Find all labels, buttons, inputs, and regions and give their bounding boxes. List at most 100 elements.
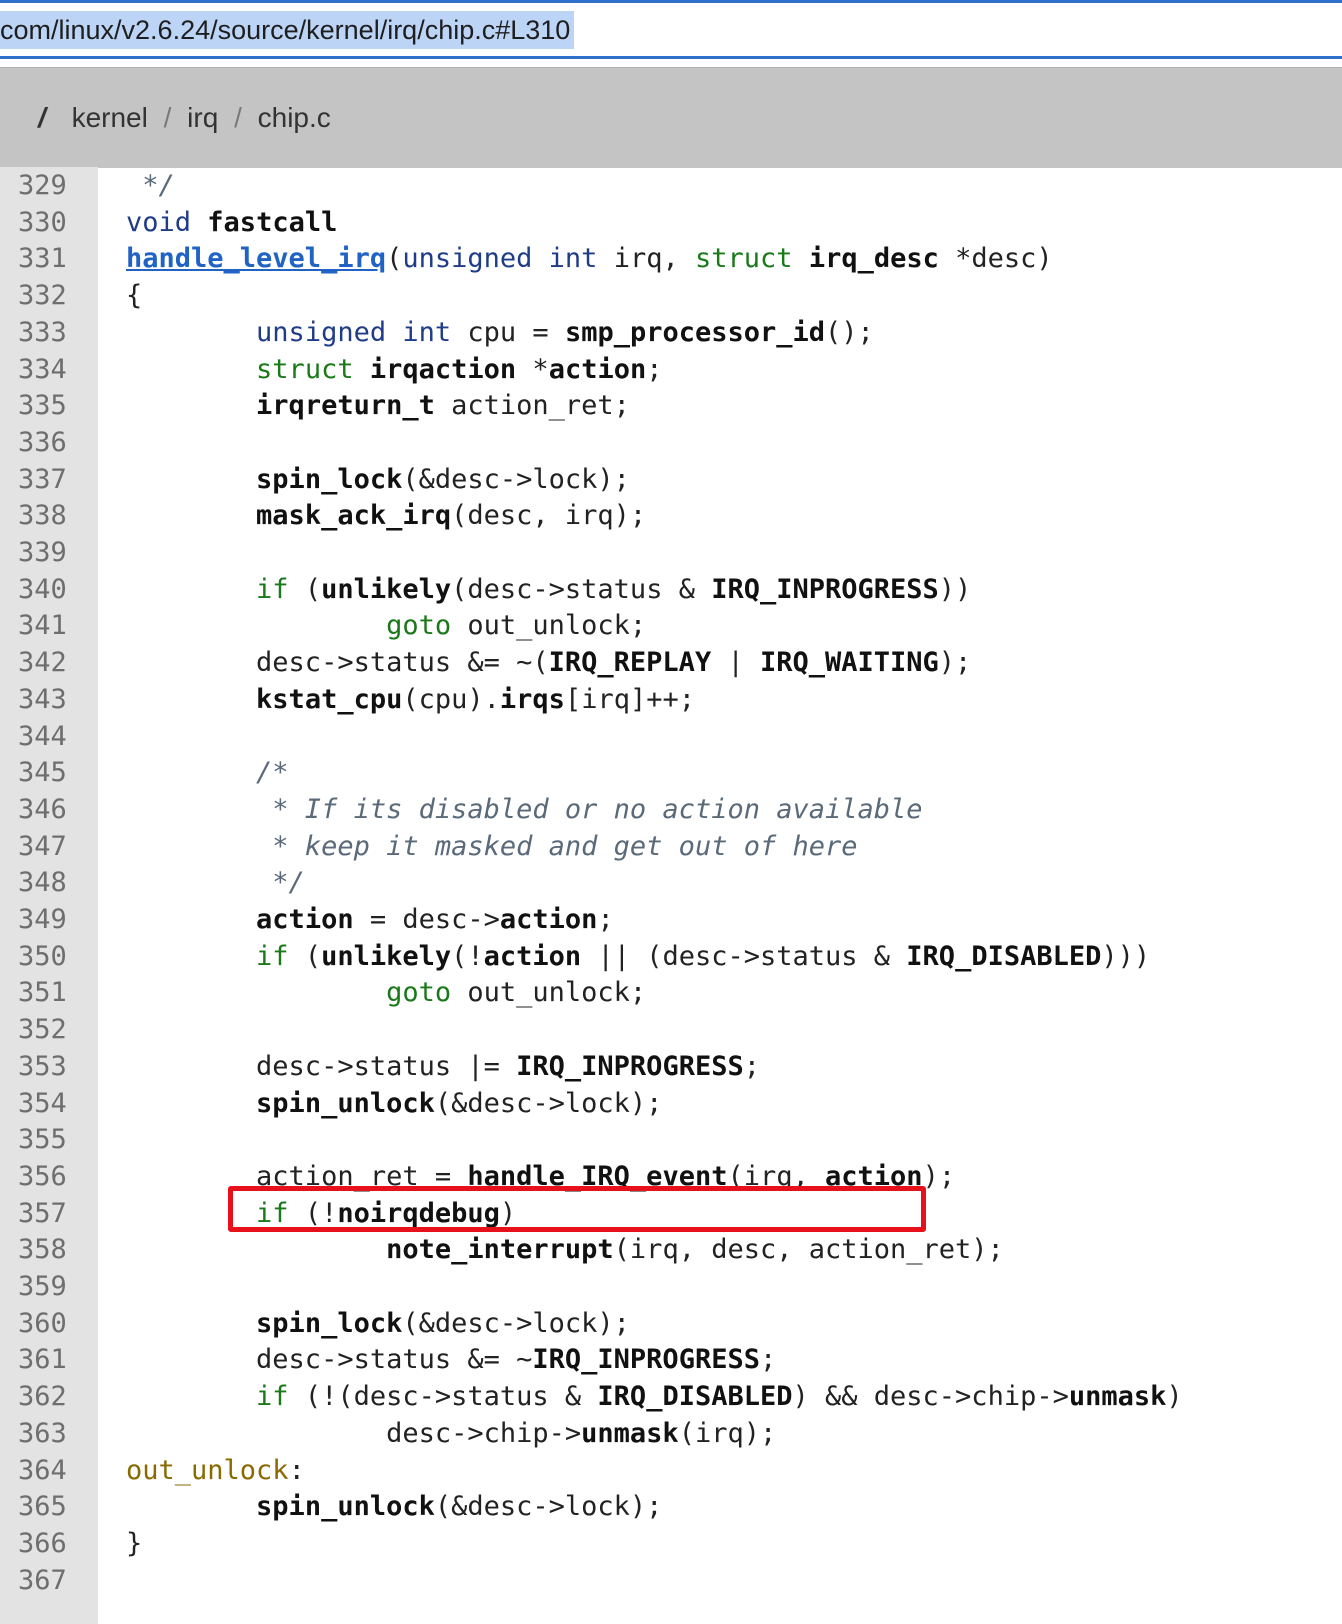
line-number[interactable]: 343 [18, 681, 78, 719]
code-text: irqreturn_t action_ret; [256, 390, 630, 422]
code-line: 344 [0, 718, 1342, 756]
code-text: */ [126, 867, 305, 899]
code-text: void fastcall [126, 206, 338, 238]
code-line: 332 { [0, 277, 1342, 315]
code-text: * keep it masked and get out of here [126, 830, 858, 862]
line-number[interactable]: 333 [18, 314, 78, 352]
breadcrumb-item-file[interactable]: chip.c [258, 102, 331, 133]
code-line: 360 spin_lock(&desc->lock); [0, 1305, 1342, 1343]
line-number[interactable]: 367 [18, 1562, 78, 1600]
code-line: 345 /* [0, 754, 1342, 792]
highlight-box [228, 1186, 926, 1232]
code-line: 343 kstat_cpu(cpu).irqs[irq]++; [0, 681, 1342, 719]
code-text: goto out_unlock; [386, 610, 647, 642]
line-number[interactable]: 359 [18, 1268, 78, 1306]
breadcrumb-separator: / [163, 102, 172, 133]
line-number[interactable]: 363 [18, 1415, 78, 1453]
code-line: 336 [0, 424, 1342, 462]
breadcrumb-item-irq[interactable]: irq [187, 102, 218, 133]
line-number[interactable]: 332 [18, 277, 78, 315]
line-number[interactable]: 348 [18, 864, 78, 902]
code-line: 363 desc->chip->unmask(irq); [0, 1415, 1342, 1453]
line-number[interactable]: 330 [18, 204, 78, 242]
line-number[interactable]: 354 [18, 1085, 78, 1123]
breadcrumb: / kernel / irq / chip.c [38, 98, 331, 138]
line-number[interactable]: 335 [18, 387, 78, 425]
code-line: 364 out_unlock: [0, 1452, 1342, 1490]
code-text: desc->status &= ~IRQ_INPROGRESS; [126, 1344, 777, 1376]
code-text: unsigned int cpu = smp_processor_id(); [256, 316, 874, 348]
code-line: 359 [0, 1268, 1342, 1306]
code-line: 354 spin_unlock(&desc->lock); [0, 1085, 1342, 1123]
code-line: 338 mask_ack_irq(desc, irq); [0, 497, 1342, 535]
code-text: kstat_cpu(cpu).irqs[irq]++; [256, 683, 695, 715]
code-text: action = desc->action; [256, 904, 614, 935]
line-number[interactable]: 353 [18, 1048, 78, 1086]
code-line: 358 note_interrupt(irq, desc, action_ret… [0, 1231, 1342, 1269]
code-text: spin_unlock(&desc->lock); [256, 1491, 663, 1523]
code-text: if (unlikely(!action || (desc->status & … [256, 940, 1151, 972]
code-line: 353 desc->status |= IRQ_INPROGRESS; [0, 1048, 1342, 1086]
code-text: /* [256, 757, 289, 789]
code-line: 349 action = desc->action; [0, 901, 1342, 939]
code-line: 337 spin_lock(&desc->lock); [0, 461, 1342, 499]
line-number[interactable]: 331 [18, 240, 78, 278]
line-number[interactable]: 360 [18, 1305, 78, 1343]
code-line: 341 goto out_unlock; [0, 607, 1342, 645]
line-number[interactable]: 349 [18, 901, 78, 939]
breadcrumb-item-kernel[interactable]: kernel [72, 102, 148, 133]
line-number[interactable]: 361 [18, 1341, 78, 1379]
code-line: 340 if (unlikely(desc->status & IRQ_INPR… [0, 571, 1342, 609]
line-number[interactable]: 346 [18, 791, 78, 829]
line-number[interactable]: 338 [18, 497, 78, 535]
line-number[interactable]: 345 [18, 754, 78, 792]
line-number[interactable]: 340 [18, 571, 78, 609]
line-number[interactable]: 355 [18, 1121, 78, 1159]
line-number[interactable]: 337 [18, 461, 78, 499]
code-line: 355 [0, 1121, 1342, 1159]
line-number[interactable]: 342 [18, 644, 78, 682]
code-line: 342 desc->status &= ~(IRQ_REPLAY | IRQ_W… [0, 644, 1342, 682]
code-text: * If its disabled or no action available [126, 793, 923, 825]
line-number[interactable]: 339 [18, 534, 78, 572]
line-number[interactable]: 344 [18, 718, 78, 756]
code-line: 362 if (!(desc->status & IRQ_DISABLED) &… [0, 1378, 1342, 1416]
code-text: if (unlikely(desc->status & IRQ_INPROGRE… [256, 573, 972, 605]
line-number[interactable]: 357 [18, 1195, 78, 1233]
code-text: spin_lock(&desc->lock); [256, 1307, 630, 1339]
code-line: 367 [0, 1562, 1342, 1600]
code-text: handle_level_irq(unsigned int irq, struc… [126, 243, 1053, 275]
line-number[interactable]: 358 [18, 1231, 78, 1269]
line-number[interactable]: 364 [18, 1452, 78, 1490]
code-line: 334 struct irqaction *action; [0, 351, 1342, 389]
code-text: desc->chip->unmask(irq); [126, 1417, 777, 1449]
code-line: 335 irqreturn_t action_ret; [0, 387, 1342, 425]
code-line: 352 [0, 1011, 1342, 1049]
code-text: { [126, 280, 143, 312]
line-number[interactable]: 347 [18, 828, 78, 866]
address-bar[interactable]: com/linux/v2.6.24/source/kernel/irq/chip… [0, 0, 1342, 56]
code-view: 329 */ 330 void fastcall 331 handle_level_ir… [0, 167, 1342, 1624]
line-number[interactable]: 365 [18, 1488, 78, 1526]
code-line: 351 goto out_unlock; [0, 974, 1342, 1012]
line-number[interactable]: 352 [18, 1011, 78, 1049]
code-line: 331 handle_level_irq(unsigned int irq, st… [0, 240, 1342, 278]
code-text: goto out_unlock; [386, 977, 647, 1009]
code-line: 350 if (unlikely(!action || (desc->statu… [0, 938, 1342, 976]
line-number[interactable]: 366 [18, 1525, 78, 1563]
code-text: spin_lock(&desc->lock); [256, 463, 630, 495]
line-number[interactable]: 329 [18, 167, 78, 205]
breadcrumb-root[interactable]: / [38, 102, 46, 133]
url-text[interactable]: com/linux/v2.6.24/source/kernel/irq/chip… [0, 11, 575, 49]
line-number[interactable]: 334 [18, 351, 78, 389]
code-text: if (!(desc->status & IRQ_DISABLED) && de… [256, 1381, 1183, 1413]
line-number[interactable]: 341 [18, 607, 78, 645]
line-number[interactable]: 351 [18, 974, 78, 1012]
line-number[interactable]: 356 [18, 1158, 78, 1196]
code-line: 346 * If its disabled or no action avail… [0, 791, 1342, 829]
line-number[interactable]: 336 [18, 424, 78, 462]
code-text: desc->status |= IRQ_INPROGRESS; [126, 1050, 760, 1082]
line-number[interactable]: 362 [18, 1378, 78, 1416]
line-number[interactable]: 350 [18, 938, 78, 976]
code-line: 339 [0, 534, 1342, 572]
